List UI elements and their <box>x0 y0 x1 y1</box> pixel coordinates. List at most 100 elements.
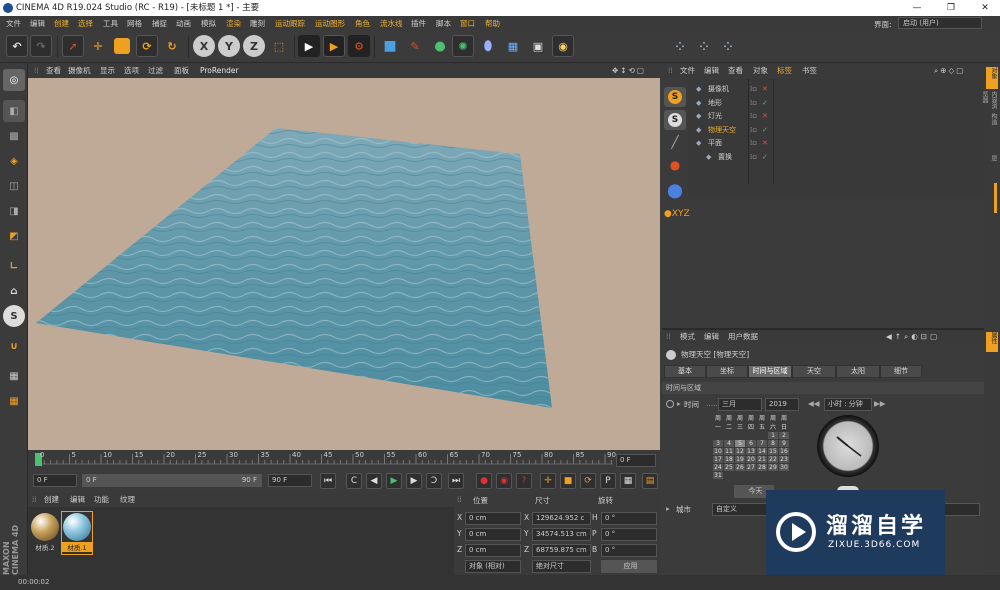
apply-button[interactable]: 应用 <box>601 560 657 573</box>
prev-frame-icon[interactable]: ◀ <box>366 473 382 489</box>
vp-menu-panel[interactable]: 面板 <box>174 63 189 78</box>
rotation-p-field[interactable]: 0 ° <box>601 528 657 541</box>
time-nav-right-icon[interactable]: ▶▶ <box>874 399 886 408</box>
calendar-day[interactable]: 31 <box>712 471 724 480</box>
attr-menu-edit[interactable]: 编辑 <box>704 330 719 344</box>
recent-tool-icon[interactable]: ↻ <box>161 35 183 57</box>
menu-snap[interactable]: 捕捉 <box>152 16 167 31</box>
menu-create[interactable]: 创建 <box>54 16 69 31</box>
close-button[interactable]: ✕ <box>970 0 1000 16</box>
goto-end-icon[interactable]: ⏭ <box>448 473 464 489</box>
menu-window[interactable]: 窗口 <box>460 16 475 31</box>
menu-motion-tracking[interactable]: 运动跟踪 <box>275 16 305 31</box>
menu-plugins[interactable]: 插件 <box>411 16 426 31</box>
object-row[interactable]: ◆ 物理天空 ⁞▫ ✓ <box>688 124 984 137</box>
obj-search-icons[interactable]: ⌕⊕◇▢ <box>934 63 965 78</box>
redo-icon[interactable]: ↷ <box>30 35 52 57</box>
calendar-day[interactable] <box>745 431 757 440</box>
layout-icon-2[interactable]: ⁘ <box>693 35 715 57</box>
move-icon[interactable]: ✛ <box>87 35 109 57</box>
texture-mode-icon[interactable]: ▩ <box>3 125 25 147</box>
calendar[interactable]: 周一 周二 周三 周四 周五 周六 周日 1 2 3 4 5 6 7 8 9 10 11 12 13 14 15 16 17… <box>712 412 790 480</box>
planar-workplane-icon[interactable]: ▦ <box>3 390 25 412</box>
menu-sculpt[interactable]: 雕刻 <box>250 16 265 31</box>
maximize-button[interactable]: ❐ <box>936 0 966 16</box>
undo-icon[interactable]: ↶ <box>6 35 28 57</box>
x-axis-icon[interactable]: X <box>193 35 215 57</box>
next-frame-icon[interactable]: ▶ <box>406 473 422 489</box>
calendar-day[interactable]: 4 <box>723 439 735 448</box>
calendar-day[interactable]: 25 <box>723 463 735 472</box>
z-axis-icon[interactable]: Z <box>243 35 265 57</box>
calendar-day[interactable] <box>745 471 757 480</box>
visibility-toggle-icon[interactable]: ⁞▫ <box>750 137 757 150</box>
goto-start-icon[interactable]: ⏮ <box>320 473 336 489</box>
model-mode-icon[interactable]: ◧ <box>3 100 25 122</box>
tab-basic[interactable]: 基本 <box>664 365 706 378</box>
lock-workplane-icon[interactable]: ▦ <box>3 365 25 387</box>
calendar-day[interactable]: 21 <box>756 455 768 464</box>
mat-menu-texture[interactable]: 纹理 <box>120 493 135 507</box>
calendar-day[interactable]: 24 <box>712 463 724 472</box>
snap-icon[interactable]: S <box>3 305 25 327</box>
xyz-icon[interactable]: ●XYZ <box>664 209 690 231</box>
snap-tag-icon[interactable]: S <box>664 87 686 107</box>
visibility-toggle-icon[interactable]: ⁞▫ <box>750 151 757 164</box>
tab-details[interactable]: 细节 <box>880 365 922 378</box>
calendar-day[interactable]: 7 <box>756 439 768 448</box>
viewport-nav-icons[interactable]: ✥↕⟲▢ <box>612 63 646 78</box>
position-x-field[interactable]: 0 cm <box>465 512 521 525</box>
play-icon[interactable]: ▶ <box>386 473 402 489</box>
calendar-day[interactable]: 15 <box>767 447 779 456</box>
target-icon[interactable]: ● <box>664 158 686 176</box>
year-field[interactable]: 2019 <box>765 398 799 411</box>
size-mode-select[interactable]: 绝对尺寸 <box>532 560 591 573</box>
minimize-button[interactable]: — <box>902 0 932 16</box>
timeline-ruler[interactable]: 0 5 10 15 20 25 30 35 40 45 50 55 60 65 70 75 80 85 90 0 F <box>28 450 660 470</box>
menu-edit[interactable]: 编辑 <box>30 16 45 31</box>
vp-menu-filter[interactable]: 过滤 <box>148 63 163 78</box>
subdivision-icon[interactable]: ● <box>429 35 451 57</box>
render-view-icon[interactable]: ▶ <box>298 35 320 57</box>
right-tab-layers[interactable]: 层 <box>986 155 998 177</box>
calendar-day[interactable]: 11 <box>723 447 735 456</box>
calendar-day[interactable]: 6 <box>745 439 757 448</box>
record-icon[interactable]: ● <box>476 473 492 489</box>
magnet-icon[interactable]: ∪ <box>3 335 25 357</box>
object-row[interactable]: ◆ 摄像机 ⁞▫ ✕ <box>688 83 984 96</box>
menu-simulate[interactable]: 模拟 <box>201 16 216 31</box>
deformer-icon[interactable]: ⬮ <box>477 35 499 57</box>
keyframe-selection-icon[interactable]: ? <box>516 473 532 489</box>
menu-animate[interactable]: 动画 <box>176 16 191 31</box>
calendar-day[interactable]: 28 <box>756 463 768 472</box>
clock-mode-select[interactable]: 小时 : 分钟 <box>824 398 872 411</box>
cloner-icon[interactable]: ✺ <box>452 35 474 57</box>
viewport-3d[interactable] <box>28 78 660 450</box>
vp-menu-options[interactable]: 选项 <box>124 63 139 78</box>
menu-character[interactable]: 角色 <box>355 16 370 31</box>
calendar-day[interactable] <box>756 431 768 440</box>
obj-menu-objects[interactable]: 对象 <box>753 63 768 78</box>
menu-mograph[interactable]: 运动图形 <box>315 16 345 31</box>
material-2-label[interactable]: 材质.2 <box>29 542 61 552</box>
obj-menu-view[interactable]: 查看 <box>728 63 743 78</box>
render-settings-icon[interactable]: ⚙ <box>348 35 370 57</box>
render-picture-viewer-icon[interactable]: ▶ <box>323 35 345 57</box>
animate-time-radio[interactable] <box>666 400 674 408</box>
calendar-day[interactable]: 5 <box>734 439 746 448</box>
end-frame-field[interactable]: 90 F <box>268 474 312 487</box>
enable-toggle-icon[interactable]: ✓ <box>762 124 768 137</box>
calendar-day[interactable]: 16 <box>778 447 790 456</box>
gravity-icon[interactable]: ⬤ <box>664 183 686 205</box>
enable-toggle-icon[interactable]: ✕ <box>762 137 768 150</box>
preview-range-slider[interactable]: 0 F 90 F <box>82 474 262 487</box>
visibility-toggle-icon[interactable]: ⁞▫ <box>750 83 757 96</box>
vp-menu-view[interactable]: 查看 <box>46 63 61 78</box>
mat-menu-edit[interactable]: 编辑 <box>70 493 85 507</box>
menu-pipeline[interactable]: 流水线 <box>380 16 403 31</box>
vp-menu-display[interactable]: 显示 <box>100 63 115 78</box>
calendar-day[interactable]: 9 <box>778 439 790 448</box>
layout-select[interactable]: 启动 (用户) <box>898 17 982 29</box>
pen-icon[interactable]: ✎ <box>404 35 426 57</box>
right-tab-content-browser[interactable]: 内容浏览器 <box>981 91 998 111</box>
